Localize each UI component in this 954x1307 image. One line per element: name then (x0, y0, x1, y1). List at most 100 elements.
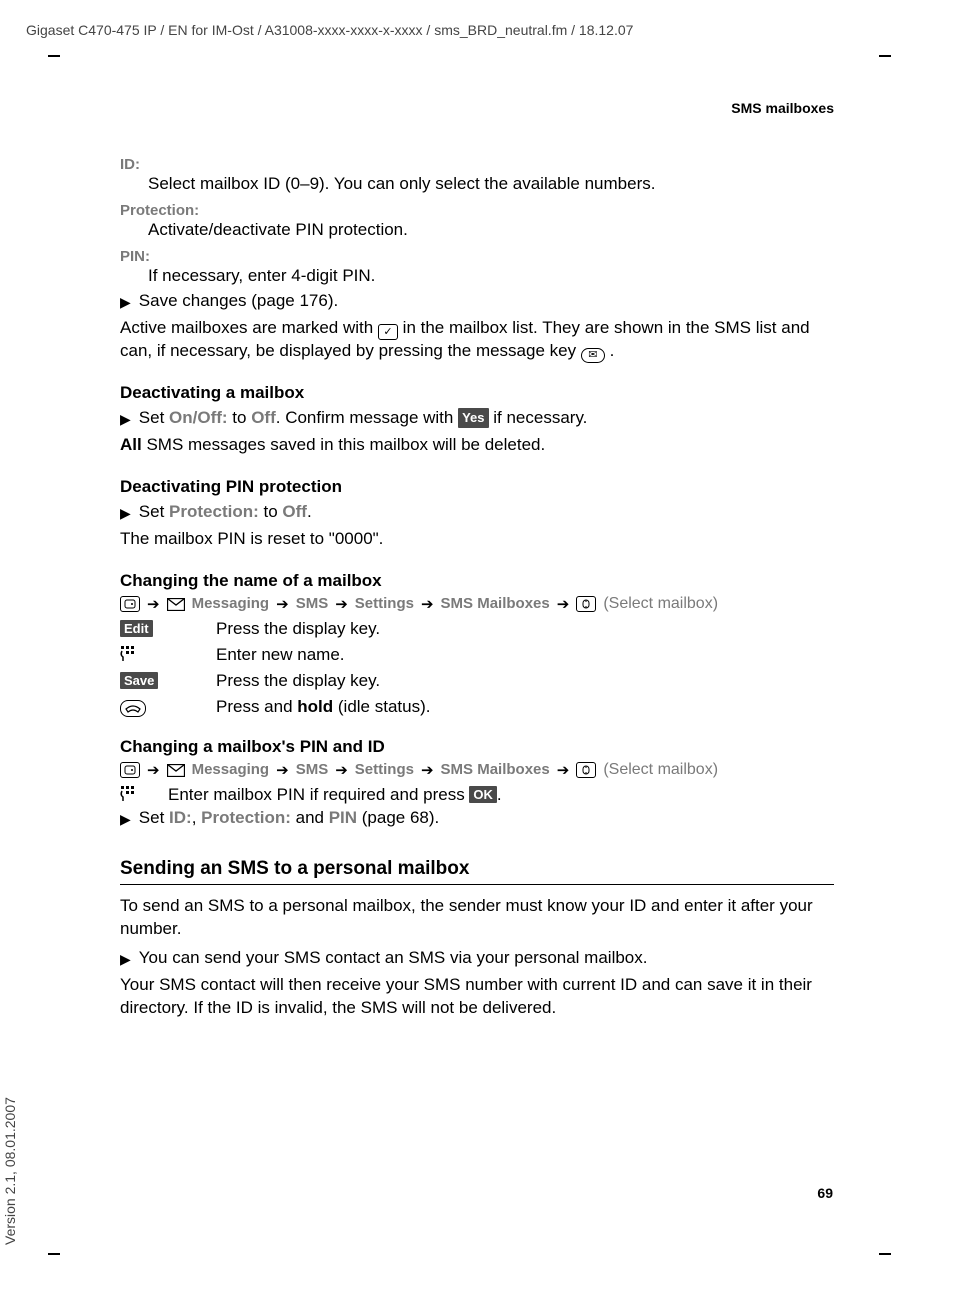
arrow-icon: ➔ (335, 761, 348, 779)
arrow-icon: ➔ (557, 595, 570, 613)
menu-item: PIN (329, 808, 357, 827)
heading-rule (120, 884, 834, 885)
text: and (291, 808, 329, 827)
text: (page 68). (357, 808, 439, 827)
field-body-id: Select mailbox ID (0–9). You can only se… (148, 173, 834, 196)
arrow-icon: ➔ (147, 595, 160, 613)
field-body-protection: Activate/deactivate PIN protection. (148, 219, 834, 242)
edit-key: Edit (120, 620, 153, 637)
text: Active mailboxes are marked with (120, 318, 378, 337)
text: Press and (216, 697, 297, 716)
arrow-icon: ➔ (421, 761, 434, 779)
bullet-arrow-icon: ▶ (120, 293, 131, 313)
select-key-icon (576, 596, 596, 612)
menu-item: Protection: (169, 502, 259, 521)
crop-mark (48, 55, 60, 73)
bullet-arrow-icon: ▶ (120, 950, 131, 970)
bullet-arrow-icon: ▶ (120, 810, 131, 830)
text: . (610, 341, 615, 360)
menu-key-icon (120, 596, 140, 612)
nav-messaging: Messaging (192, 595, 270, 612)
send-paragraph-2: Your SMS contact will then receive your … (120, 974, 834, 1020)
text: . Confirm message with (276, 408, 458, 427)
crop-mark (48, 1237, 60, 1255)
enter-pin-description: Enter mailbox PIN if required and press … (168, 785, 502, 805)
nav-messaging: Messaging (192, 761, 270, 778)
checkmark-box-icon: ✓ (378, 324, 398, 340)
text: to (259, 502, 283, 521)
nav-sms-mailboxes: SMS Mailboxes (441, 595, 550, 612)
subheading-deactivate-pin: Deactivating PIN protection (120, 477, 834, 497)
deactivate-pin-line: Set Protection: to Off. (139, 501, 312, 524)
menu-item: On/Off: (169, 408, 228, 427)
text: SMS messages saved in this mailbox will … (142, 435, 545, 454)
version-footer: Version 2.1, 08.01.2007 (2, 1097, 18, 1245)
subheading-change-name: Changing the name of a mailbox (120, 571, 834, 591)
text-bold: hold (297, 697, 333, 716)
envelope-icon (167, 595, 185, 612)
yes-key: Yes (458, 408, 488, 428)
arrow-icon: ➔ (276, 761, 289, 779)
arrow-icon: ➔ (421, 595, 434, 613)
bullet-arrow-icon: ▶ (120, 504, 131, 524)
nav-select-mailbox: (Select mailbox) (603, 761, 718, 779)
bullet-arrow-icon: ▶ (120, 410, 131, 430)
save-changes-text: Save changes (page 176). (139, 290, 338, 313)
section-header: SMS mailboxes (731, 100, 834, 116)
subheading-change-pin-id: Changing a mailbox's PIN and ID (120, 737, 834, 757)
save-key: Save (120, 672, 158, 689)
active-mailboxes-paragraph: Active mailboxes are marked with ✓ in th… (120, 317, 834, 363)
nav-settings: Settings (355, 761, 414, 778)
select-key-icon (576, 762, 596, 778)
menu-item: Off (282, 502, 307, 521)
menu-key-icon (120, 762, 140, 778)
subheading-deactivate-mailbox: Deactivating a mailbox (120, 383, 834, 403)
text: Enter mailbox PIN if required and press (168, 785, 469, 804)
nav-select-mailbox: (Select mailbox) (603, 595, 718, 613)
send-paragraph-1: To send an SMS to a personal mailbox, th… (120, 895, 834, 941)
text: to (228, 408, 252, 427)
field-body-pin: If necessary, enter 4-digit PIN. (148, 265, 834, 288)
text: if necessary. (489, 408, 588, 427)
arrow-icon: ➔ (147, 761, 160, 779)
deactivate-line: Set On/Off: to Off. Confirm message with… (139, 407, 588, 430)
text: Set (139, 502, 169, 521)
keypad-icon (120, 645, 140, 664)
crop-mark (879, 1237, 891, 1255)
set-fields-line: Set ID:, Protection: and PIN (page 68). (139, 807, 440, 830)
pin-reset-paragraph: The mailbox PIN is reset to "0000". (120, 528, 834, 551)
text: Set (139, 808, 169, 827)
menu-item: Protection: (201, 808, 291, 827)
header-path: Gigaset C470-475 IP / EN for IM-Ost / A3… (26, 22, 633, 38)
text: Set (139, 408, 169, 427)
nav-sms-mailboxes: SMS Mailboxes (441, 761, 550, 778)
menu-item: Off (251, 408, 276, 427)
page-content: ID: Select mailbox ID (0–9). You can onl… (120, 150, 834, 1019)
nav-sms: SMS (296, 761, 329, 778)
hold-description: Press and hold (idle status). (216, 697, 430, 717)
hangup-key-icon (120, 700, 146, 717)
page-number: 69 (817, 1185, 833, 1201)
save-description: Press the display key. (216, 671, 380, 691)
edit-description: Press the display key. (216, 619, 380, 639)
all-deleted-paragraph: All SMS messages saved in this mailbox w… (120, 434, 834, 457)
ok-key: OK (469, 786, 497, 803)
arrow-icon: ➔ (276, 595, 289, 613)
send-bullet: You can send your SMS contact an SMS via… (139, 947, 648, 970)
text: . (497, 785, 502, 804)
text: , (192, 808, 201, 827)
text: (idle status). (333, 697, 430, 716)
crop-mark (879, 55, 891, 73)
field-label-protection: Protection: (120, 202, 834, 219)
keypad-icon (120, 785, 140, 804)
nav-path: ➔ Messaging ➔ SMS ➔ Settings ➔ SMS Mailb… (120, 761, 834, 779)
nav-sms: SMS (296, 595, 329, 612)
menu-item: ID: (169, 808, 192, 827)
text: . (307, 502, 312, 521)
field-label-id: ID: (120, 156, 834, 173)
field-label-pin: PIN: (120, 248, 834, 265)
text-bold: All (120, 435, 142, 454)
nav-path: ➔ Messaging ➔ SMS ➔ Settings ➔ SMS Mailb… (120, 595, 834, 613)
heading-sending-sms: Sending an SMS to a personal mailbox (120, 858, 834, 880)
enter-name-description: Enter new name. (216, 645, 345, 665)
